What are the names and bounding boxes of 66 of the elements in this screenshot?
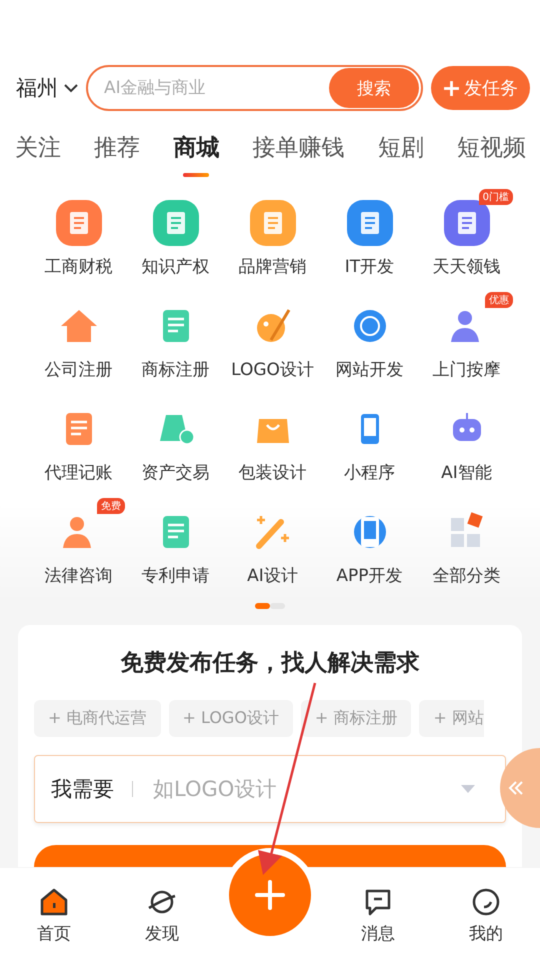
category-label: 公司注册 xyxy=(44,359,112,381)
category-item[interactable]: 商标注册 xyxy=(127,292,224,381)
tab-indicator xyxy=(183,173,210,177)
category-item[interactable]: AI智能 xyxy=(418,395,515,484)
category-item[interactable]: IT开发 xyxy=(321,189,418,278)
card-title: 免费发布任务，找人解决需求 xyxy=(120,649,420,678)
category-label: 专利申请 xyxy=(142,565,210,587)
category-tab[interactable]: 推荐 xyxy=(94,132,140,172)
category-tab[interactable]: 短视频 xyxy=(456,132,526,172)
category-item[interactable]: 0门槛 天天领钱 xyxy=(418,189,515,278)
category-item[interactable]: LOGO设计 xyxy=(224,292,321,381)
promo-tag: 免费 xyxy=(97,498,125,514)
nav-tab[interactable]: 我的 xyxy=(432,886,540,945)
category-label: 全部分类 xyxy=(432,565,500,587)
category-item[interactable]: 专利申请 xyxy=(127,498,224,587)
category-label: 品牌营销 xyxy=(238,256,306,278)
promo-tag: 0门槛 xyxy=(478,189,513,205)
category-label: 包装设计 xyxy=(238,462,306,484)
smiley-icon xyxy=(470,886,502,918)
category-label: 网站开发 xyxy=(336,359,404,381)
category-label: 天天领钱 xyxy=(432,256,500,278)
category-label: AI智能 xyxy=(441,462,492,484)
category-label: LOGO设计 xyxy=(231,359,314,381)
nav-tab[interactable]: 首页 xyxy=(0,886,108,945)
plus-icon xyxy=(254,879,286,911)
category-item[interactable]: 知识产权 xyxy=(127,189,224,278)
category-item[interactable]: 网站开发 xyxy=(321,292,418,381)
category-label: 法律咨询 xyxy=(44,565,112,587)
category-tab[interactable]: 接单赚钱 xyxy=(252,132,345,172)
field-label: 我需要 xyxy=(51,776,114,803)
category-item[interactable]: 免费 法律咨询 xyxy=(30,498,127,587)
city-selector[interactable]: 福州 xyxy=(16,74,78,102)
category-item[interactable]: 资产交易 xyxy=(127,395,224,484)
category-label: APP开发 xyxy=(336,565,403,587)
category-label: AI设计 xyxy=(247,565,298,587)
category-label: 代理记账 xyxy=(44,462,112,484)
need-input[interactable]: 如LOGO设计 xyxy=(151,776,461,802)
category-item[interactable]: AI设计 xyxy=(224,498,321,587)
category-tab[interactable]: 短剧 xyxy=(378,132,424,172)
category-item[interactable]: 优惠 上门按摩 xyxy=(418,292,515,381)
dropdown-icon xyxy=(461,785,475,793)
category-label: 知识产权 xyxy=(142,256,210,278)
category-label: 小程序 xyxy=(344,462,395,484)
category-item[interactable]: 小程序 xyxy=(321,395,418,484)
category-label: 资产交易 xyxy=(142,462,210,484)
category-label: IT开发 xyxy=(344,256,394,278)
category-item[interactable]: 全部分类 xyxy=(418,498,515,587)
plus-icon xyxy=(443,80,460,96)
nav-tab[interactable]: 消息 xyxy=(324,886,432,945)
category-label: 上门按摩 xyxy=(432,359,500,381)
category-item[interactable]: 包装设计 xyxy=(224,395,321,484)
category-tab[interactable]: 关注 xyxy=(15,132,61,172)
submit-button[interactable] xyxy=(34,845,506,867)
category-item[interactable]: 公司注册 xyxy=(30,292,127,381)
double-chevron-left-icon xyxy=(508,781,524,795)
promo-tag: 优惠 xyxy=(485,292,513,308)
category-tab[interactable]: 商城 xyxy=(173,132,220,172)
category-item[interactable]: 品牌营销 xyxy=(224,189,321,278)
home-icon xyxy=(38,886,70,918)
category-item[interactable]: APP开发 xyxy=(321,498,418,587)
category-label: 商标注册 xyxy=(142,359,210,381)
nav-tab[interactable]: 发现 xyxy=(108,886,216,945)
category-item[interactable]: 工商财税 xyxy=(30,189,127,278)
chevron-down-icon xyxy=(64,83,78,93)
category-item[interactable]: 代理记账 xyxy=(30,395,127,484)
category-label: 工商财税 xyxy=(44,256,112,278)
